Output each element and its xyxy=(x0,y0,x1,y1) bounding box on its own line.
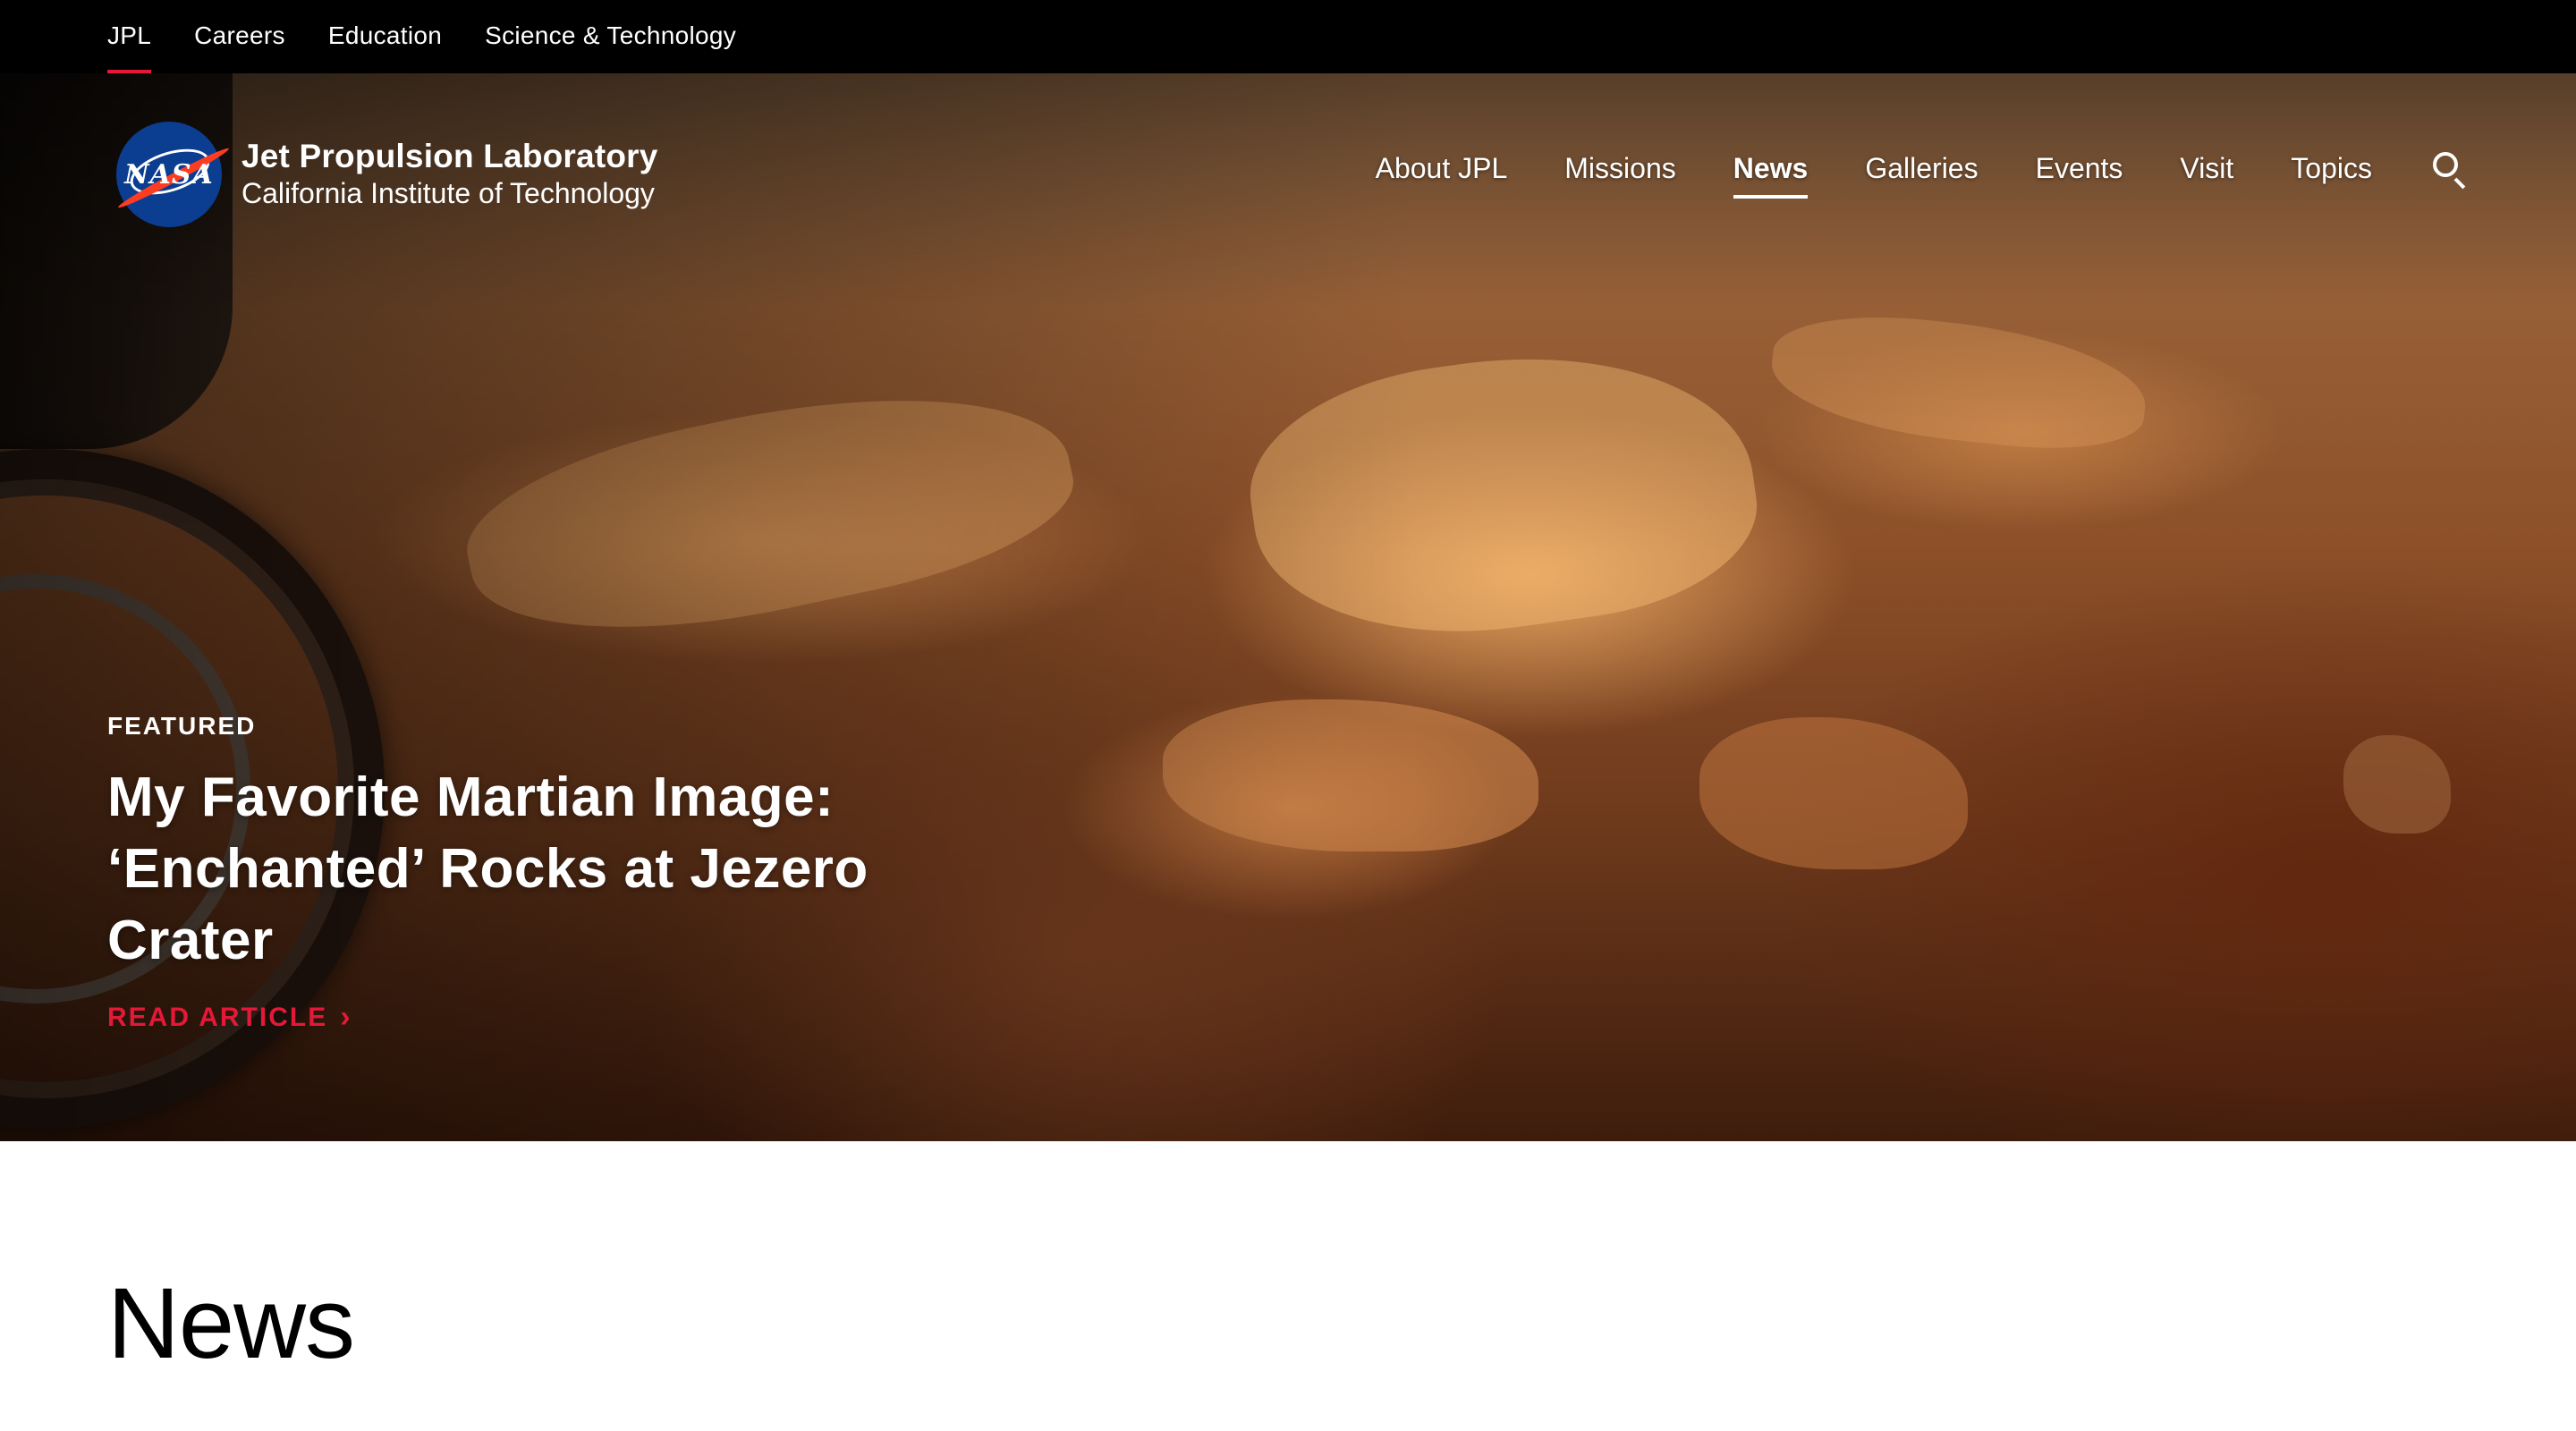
search-icon-handle xyxy=(2453,177,2466,190)
main-nav: About JPL Missions News Galleries Events… xyxy=(1318,143,2469,199)
search-icon[interactable] xyxy=(2429,148,2469,190)
featured-eyebrow: FEATURED xyxy=(107,712,257,740)
utility-link-science-technology[interactable]: Science & Technology xyxy=(485,0,736,73)
logo-text: Jet Propulsion Laboratory California Ins… xyxy=(242,138,658,211)
nav-item-about-jpl[interactable]: About JPL xyxy=(1376,143,1508,193)
nav-item-galleries[interactable]: Galleries xyxy=(1865,143,1978,193)
jpl-logo-link[interactable]: NASA Jet Propulsion Laboratory Californi… xyxy=(115,122,658,227)
logo-subtitle: California Institute of Technology xyxy=(242,177,655,209)
featured-article: FEATURED My Favorite Martian Image: ‘Enc… xyxy=(107,712,966,1035)
chevron-right-icon: › xyxy=(340,1000,352,1034)
nav-item-news[interactable]: News xyxy=(1733,143,1808,199)
search-icon-lens xyxy=(2433,152,2458,177)
logo-title: Jet Propulsion Laboratory xyxy=(242,138,658,174)
read-article-link[interactable]: READ ARTICLE › xyxy=(107,1000,352,1035)
nav-item-missions[interactable]: Missions xyxy=(1564,143,1675,193)
nav-item-visit[interactable]: Visit xyxy=(2180,143,2233,193)
nasa-logo: NASA xyxy=(115,122,232,227)
utility-link-jpl[interactable]: JPL xyxy=(107,0,152,73)
utility-link-education[interactable]: Education xyxy=(328,0,442,73)
utility-nav: JPL Careers Education Science & Technolo… xyxy=(0,0,2576,73)
nasa-logo-text: NASA xyxy=(124,158,214,191)
page-title: News xyxy=(107,1267,355,1379)
read-article-label: READ ARTICLE xyxy=(107,1002,328,1032)
nav-item-topics[interactable]: Topics xyxy=(2291,143,2372,193)
utility-link-careers[interactable]: Careers xyxy=(194,0,285,73)
featured-title[interactable]: My Favorite Martian Image: ‘Enchanted’ R… xyxy=(107,762,966,977)
nav-item-events[interactable]: Events xyxy=(2036,143,2123,193)
